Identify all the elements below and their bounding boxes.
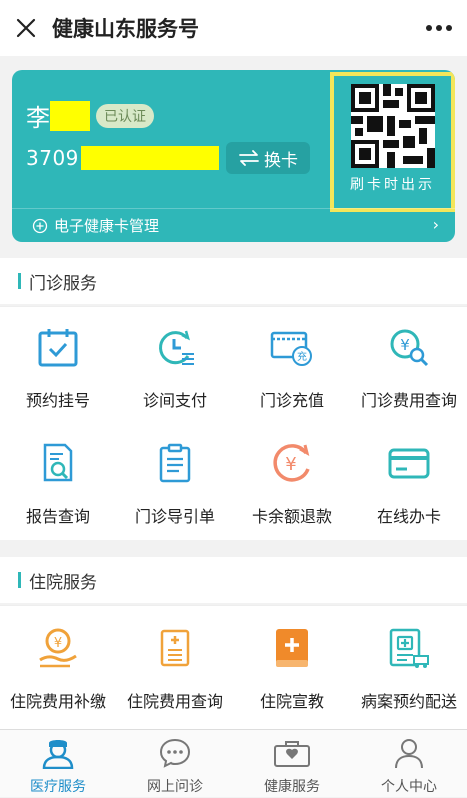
service-label: 诊间支付 — [142, 391, 207, 410]
tab-label: 网上问诊 — [147, 779, 203, 795]
qr-code-icon — [350, 84, 435, 168]
service-fee-query[interactable]: ¥ 门诊费用查询 — [351, 325, 467, 411]
section-accent-bar — [18, 572, 21, 588]
swap-card-label: 换卡 — [264, 150, 298, 171]
service-label: 卡余额退款 — [251, 507, 332, 526]
inpatient-section-title: 住院服务 — [29, 572, 97, 593]
fee-search-icon: ¥ — [387, 325, 431, 369]
calendar-check-icon — [36, 325, 80, 369]
card-manage-label: 电子健康卡管理 — [54, 217, 160, 235]
service-inpatient-topup[interactable]: ¥ 住院费用补缴 — [0, 626, 116, 712]
hand-coin-icon: ¥ — [36, 626, 80, 670]
service-recharge[interactable]: 充 门诊充值 — [234, 325, 350, 411]
tab-personal-center[interactable]: 个人中心 — [351, 730, 467, 798]
doctor-icon — [41, 736, 75, 770]
tab-label: 健康服务 — [264, 779, 320, 795]
card-id-prefix: 3709 — [26, 146, 79, 170]
tab-label: 个人中心 — [381, 779, 437, 795]
record-delivery-icon — [387, 626, 431, 670]
tab-label: 医疗服务 — [30, 779, 86, 795]
close-icon — [16, 18, 36, 38]
service-report[interactable]: 报告查询 — [0, 441, 116, 527]
qr-hint-text: 刷卡时出示 — [350, 177, 435, 193]
service-label: 门诊费用查询 — [360, 391, 457, 410]
outpatient-section-title: 门诊服务 — [29, 273, 97, 294]
verified-badge: 已认证 — [96, 103, 154, 128]
service-label: 预约挂号 — [25, 391, 90, 410]
tab-health-service[interactable]: 健康服务 — [234, 730, 350, 798]
card-name-row: 李 已认证 — [26, 98, 154, 133]
service-refund[interactable]: ¥ 卡余额退款 — [234, 441, 350, 527]
svg-text:充: 充 — [297, 350, 307, 363]
page-title: 健康山东服务号 — [52, 17, 199, 41]
card-manage-link[interactable]: 电子健康卡管理 › — [12, 208, 455, 242]
outpatient-section-header: 门诊服务 — [0, 258, 467, 304]
service-record-delivery[interactable]: 病案预约配送 — [351, 626, 467, 712]
card-id-row: 3709 — [26, 146, 219, 170]
card-icon — [387, 441, 431, 485]
service-label: 门诊充值 — [259, 391, 324, 410]
title-bar: 健康山东服务号 — [0, 0, 467, 56]
service-label: 住院宣教 — [259, 692, 324, 711]
section-accent-bar — [18, 273, 21, 289]
inpatient-section-header: 住院服务 — [0, 557, 467, 603]
svg-text:¥: ¥ — [285, 454, 296, 475]
service-label: 住院费用补缴 — [9, 692, 106, 711]
service-label: 门诊导引单 — [134, 507, 215, 526]
bill-list-icon — [153, 626, 197, 670]
id-redaction — [80, 146, 219, 170]
outpatient-grid: 预约挂号 诊间支付 充 门诊充值 ¥ 门诊费用查询 报告查询 门诊导引单 ¥ 卡… — [0, 306, 467, 540]
service-guide-sheet[interactable]: 门诊导引单 — [117, 441, 233, 527]
service-label: 在线办卡 — [376, 507, 441, 526]
card-recharge-icon: 充 — [270, 325, 314, 369]
user-icon — [393, 736, 425, 770]
more-icon — [426, 25, 452, 31]
close-button[interactable] — [0, 0, 52, 56]
tab-medical-service[interactable]: 医疗服务 — [0, 730, 116, 798]
bottom-tab-bar: 医疗服务 网上问诊 健康服务 个人中心 — [0, 729, 467, 797]
svg-text:¥: ¥ — [400, 336, 410, 354]
service-clinic-pay[interactable]: 诊间支付 — [117, 325, 233, 411]
chat-bubble-icon — [159, 736, 191, 770]
clipboard-icon — [153, 441, 197, 485]
service-inpatient-fee-query[interactable]: 住院费用查询 — [117, 626, 233, 712]
swap-icon — [239, 150, 259, 166]
inpatient-grid: ¥ 住院费用补缴 住院费用查询 住院宣教 病案预约配送 — [0, 605, 467, 729]
plus-circle-icon — [32, 218, 48, 233]
svg-text:¥: ¥ — [54, 636, 62, 651]
service-appointment[interactable]: 预约挂号 — [0, 325, 116, 411]
tab-online-consult[interactable]: 网上问诊 — [117, 730, 233, 798]
health-card[interactable]: 李 已认证 3709 换卡 刷卡时出示 电子健康卡管理 › — [12, 70, 455, 242]
service-label: 住院费用查询 — [126, 692, 223, 711]
swap-card-button[interactable]: 换卡 — [226, 142, 310, 174]
card-holder-name: 李 — [26, 104, 50, 132]
service-label: 病案预约配送 — [360, 692, 457, 711]
service-label: 报告查询 — [25, 507, 90, 526]
refund-icon: ¥ — [270, 441, 314, 485]
service-inpatient-education[interactable]: 住院宣教 — [234, 626, 350, 712]
chevron-right-icon: › — [432, 215, 439, 234]
qr-code-panel[interactable]: 刷卡时出示 — [330, 72, 455, 212]
report-search-icon — [36, 441, 80, 485]
medical-book-icon — [270, 626, 314, 670]
more-button[interactable] — [411, 0, 467, 56]
service-online-card[interactable]: 在线办卡 — [351, 441, 467, 527]
name-redaction — [50, 100, 90, 131]
health-kit-icon — [272, 736, 312, 770]
history-pay-icon — [153, 325, 197, 369]
